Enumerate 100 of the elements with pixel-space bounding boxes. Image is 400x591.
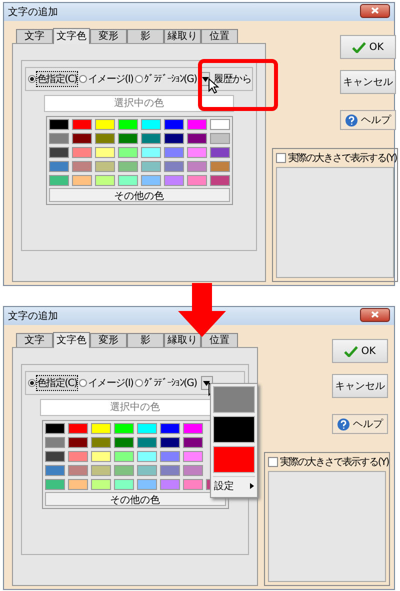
color-swatch[interactable]: [118, 161, 138, 172]
color-swatch[interactable]: [136, 437, 156, 448]
settings-menu-item[interactable]: 設定: [213, 476, 255, 495]
color-swatch[interactable]: [164, 161, 184, 172]
color-swatch[interactable]: [90, 465, 110, 476]
color-swatch[interactable]: [186, 161, 206, 172]
help-button[interactable]: ヘルプ: [332, 414, 388, 434]
color-swatch[interactable]: [68, 437, 88, 448]
color-swatch[interactable]: [72, 147, 92, 158]
checkbox[interactable]: [268, 457, 278, 467]
radio-button[interactable]: [28, 75, 36, 83]
radio-button[interactable]: [135, 75, 144, 83]
color-swatch[interactable]: [160, 479, 180, 490]
history-color[interactable]: [213, 386, 255, 413]
color-swatch[interactable]: [94, 175, 114, 186]
color-swatch[interactable]: [140, 119, 160, 130]
color-swatch[interactable]: [210, 119, 230, 130]
color-swatch[interactable]: [136, 423, 156, 434]
color-swatch[interactable]: [140, 147, 160, 158]
color-swatch[interactable]: [136, 479, 156, 490]
other-colors-button[interactable]: その他の色: [48, 188, 230, 202]
color-swatch[interactable]: [90, 479, 110, 490]
color-swatch[interactable]: [114, 437, 134, 448]
history-color[interactable]: [213, 446, 255, 473]
color-swatch[interactable]: [44, 451, 64, 462]
color-swatch[interactable]: [118, 175, 138, 186]
color-swatch[interactable]: [44, 437, 64, 448]
color-swatch[interactable]: [72, 119, 92, 130]
tab[interactable]: 変形: [90, 29, 127, 43]
color-swatch[interactable]: [90, 423, 110, 434]
tab[interactable]: 縁取り: [164, 333, 201, 347]
color-swatch[interactable]: [118, 119, 138, 130]
color-swatch[interactable]: [136, 451, 156, 462]
color-swatch[interactable]: [48, 161, 68, 172]
color-swatch[interactable]: [160, 423, 180, 434]
color-swatch[interactable]: [186, 147, 206, 158]
color-swatch[interactable]: [118, 133, 138, 144]
color-swatch[interactable]: [186, 175, 206, 186]
color-swatch[interactable]: [186, 119, 206, 130]
color-swatch[interactable]: [48, 147, 68, 158]
color-swatch[interactable]: [210, 175, 230, 186]
color-swatch[interactable]: [90, 437, 110, 448]
color-swatch[interactable]: [182, 423, 202, 434]
tab[interactable]: 影: [127, 29, 164, 43]
color-swatch[interactable]: [182, 451, 202, 462]
help-button[interactable]: ヘルプ: [340, 110, 396, 130]
color-swatch[interactable]: [72, 133, 92, 144]
color-swatch[interactable]: [136, 465, 156, 476]
tab[interactable]: 位置: [201, 29, 238, 43]
color-swatch[interactable]: [114, 451, 134, 462]
color-swatch[interactable]: [160, 437, 180, 448]
color-swatch[interactable]: [140, 133, 160, 144]
color-swatch[interactable]: [140, 161, 160, 172]
color-swatch[interactable]: [114, 479, 134, 490]
tab[interactable]: 文字色: [53, 332, 90, 348]
color-swatch[interactable]: [94, 119, 114, 130]
color-swatch[interactable]: [118, 147, 138, 158]
tab[interactable]: 変形: [90, 333, 127, 347]
radio-button[interactable]: [79, 75, 87, 83]
tab[interactable]: 文字: [16, 29, 53, 43]
color-swatch[interactable]: [94, 161, 114, 172]
color-swatch[interactable]: [182, 437, 202, 448]
color-swatch[interactable]: [164, 119, 184, 130]
tab[interactable]: 文字: [16, 333, 53, 347]
color-swatch[interactable]: [94, 147, 114, 158]
checkbox[interactable]: [276, 153, 286, 163]
tab[interactable]: 影: [127, 333, 164, 347]
color-swatch[interactable]: [72, 175, 92, 186]
color-swatch[interactable]: [210, 161, 230, 172]
color-swatch[interactable]: [48, 133, 68, 144]
tab[interactable]: 位置: [201, 333, 238, 347]
tab[interactable]: 文字色: [53, 28, 90, 44]
color-swatch[interactable]: [48, 175, 68, 186]
color-swatch[interactable]: [210, 147, 230, 158]
color-swatch[interactable]: [160, 465, 180, 476]
color-swatch[interactable]: [114, 465, 134, 476]
history-color[interactable]: [213, 416, 255, 443]
other-colors-button[interactable]: その他の色: [44, 492, 226, 506]
color-swatch[interactable]: [160, 451, 180, 462]
color-swatch[interactable]: [68, 423, 88, 434]
cancel-button[interactable]: キャンセル: [332, 374, 388, 398]
ok-button[interactable]: OK: [332, 339, 388, 363]
color-swatch[interactable]: [140, 175, 160, 186]
color-swatch[interactable]: [114, 423, 134, 434]
cancel-button[interactable]: キャンセル: [340, 70, 396, 94]
ok-button[interactable]: OK: [340, 35, 396, 59]
color-swatch[interactable]: [44, 423, 64, 434]
radio-button[interactable]: [79, 379, 87, 387]
color-swatch[interactable]: [68, 465, 88, 476]
color-swatch[interactable]: [68, 479, 88, 490]
color-swatch[interactable]: [48, 119, 68, 130]
color-swatch[interactable]: [72, 161, 92, 172]
color-swatch[interactable]: [210, 133, 230, 144]
radio-button[interactable]: [135, 379, 144, 387]
tab[interactable]: 縁取り: [164, 29, 201, 43]
color-swatch[interactable]: [94, 133, 114, 144]
close-button[interactable]: [360, 4, 390, 18]
color-swatch[interactable]: [182, 479, 202, 490]
color-swatch[interactable]: [164, 175, 184, 186]
color-swatch[interactable]: [186, 133, 206, 144]
